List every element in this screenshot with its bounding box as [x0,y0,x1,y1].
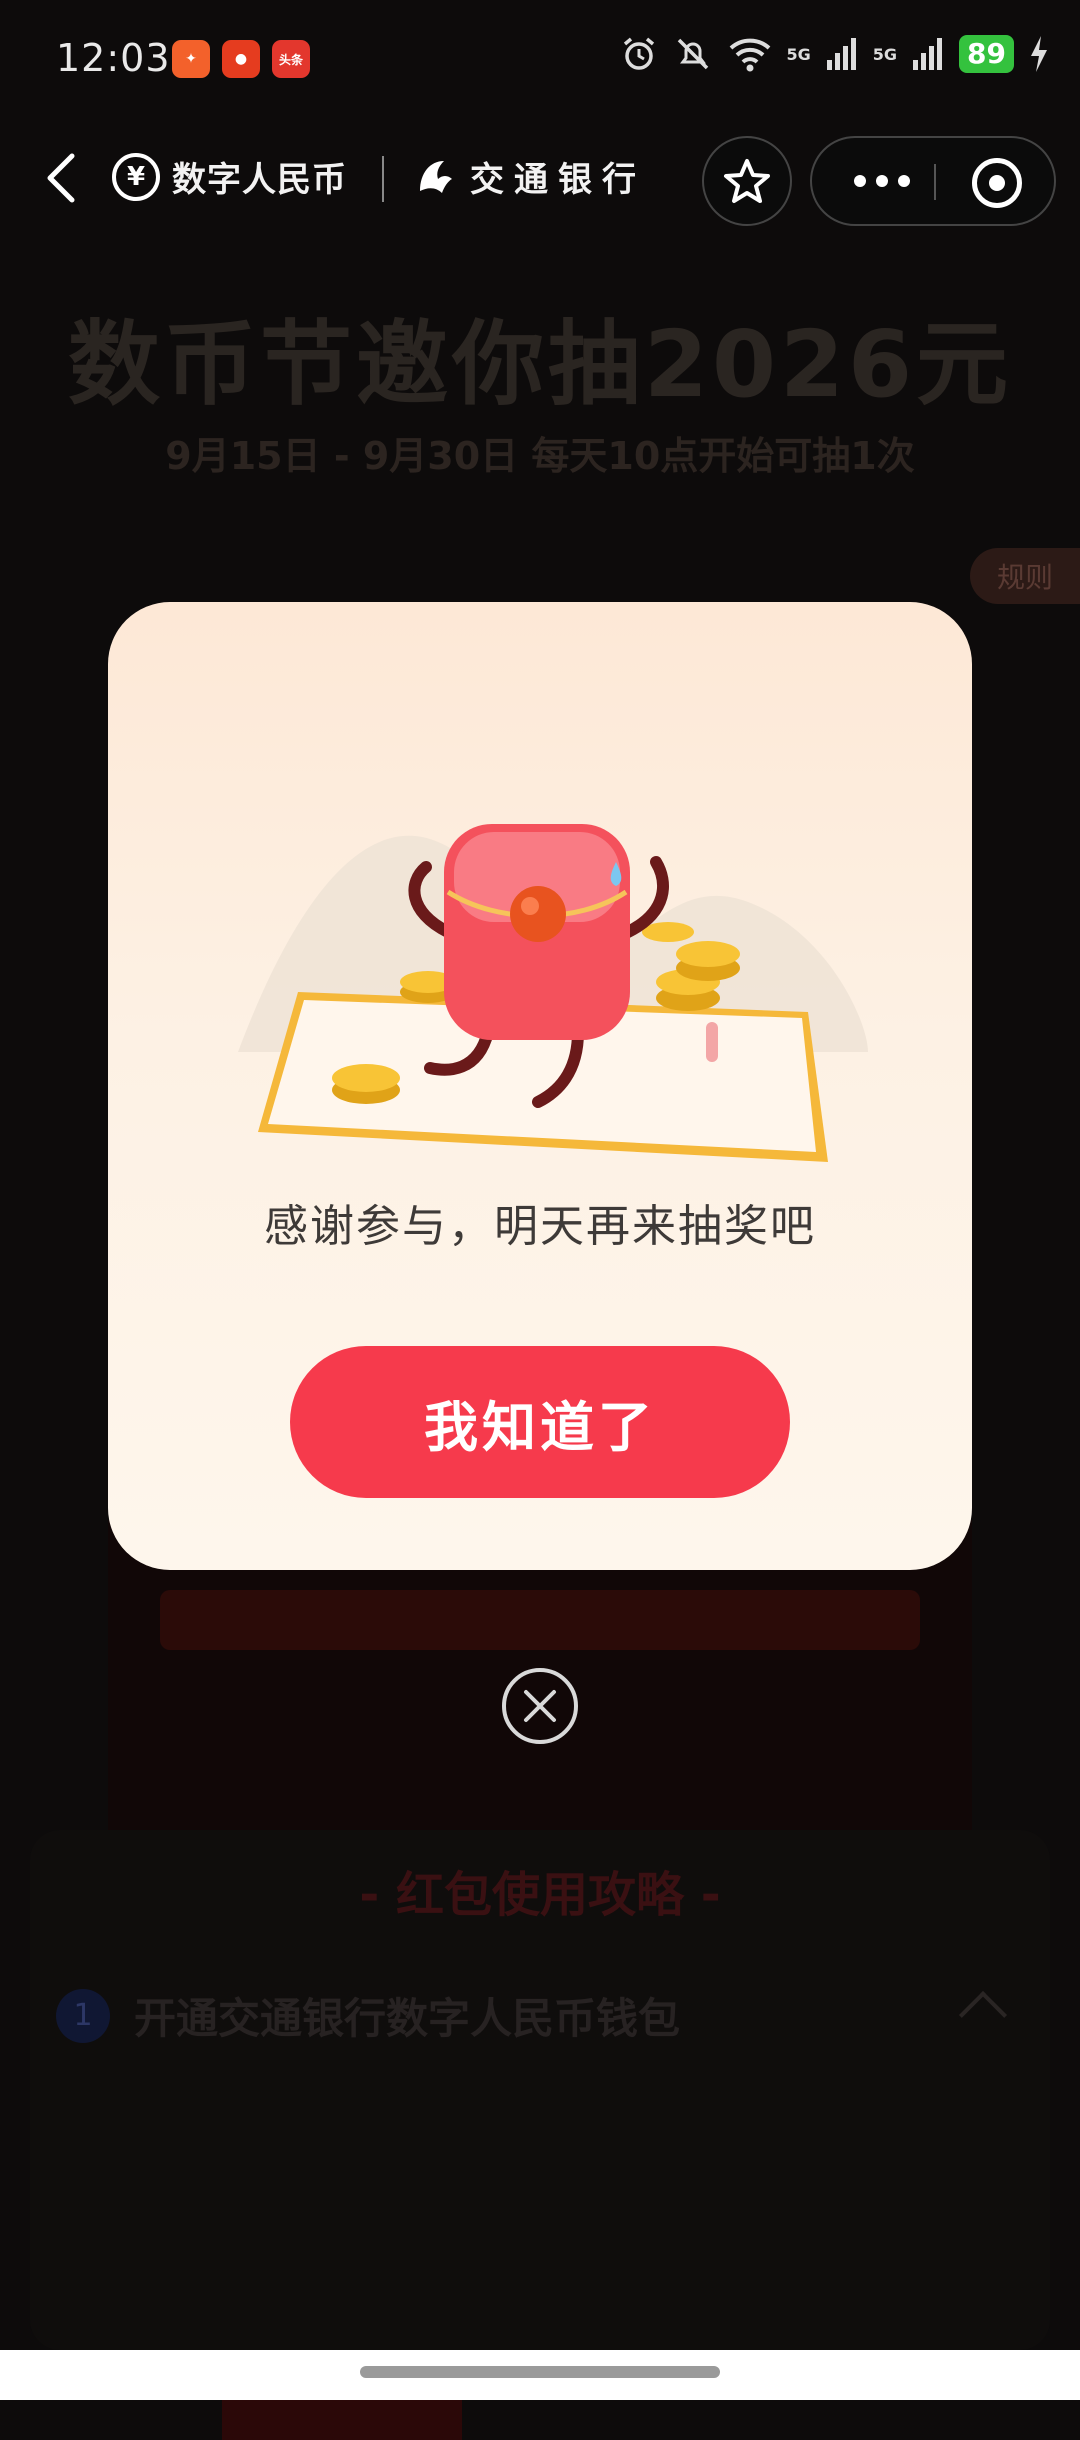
dcep-logo-icon: ¥ [112,152,160,201]
signal-icon [913,38,943,70]
brand-divider [382,156,384,202]
notification-app-icons: ✦ ● 头条 [172,40,310,78]
status-indicators: 5G 5G 89 [619,34,1051,74]
capsule-divider [934,164,936,200]
close-dialog-icon[interactable] [500,1666,580,1746]
battery-level: 89 [959,35,1014,73]
campaign-title: 数币节邀你抽2026元 [67,311,1013,418]
back-arrow-icon[interactable] [34,148,94,208]
dcep-brand: ¥ 数字人民币 [112,152,347,201]
exit-mini-program-button[interactable] [972,158,1022,208]
guide-step: 1 开通交通银行数字人民币钱包 [56,1985,680,2046]
red-envelope-illustration [238,824,868,1162]
mute-bell-icon [677,38,708,70]
network-type-label: 5G [872,44,898,64]
guide-title: - 红包使用攻略 - [359,1867,721,1923]
status-time: 12:03 [56,36,171,80]
bank-brand-text: 交通银行 [470,160,646,200]
bank-brand: 交通银行 [412,152,646,201]
signal-icon [826,38,856,70]
rules-tag: 规则 [970,548,1080,604]
toutiao-app-icon: 头条 [272,40,310,78]
favorite-button[interactable] [702,136,792,226]
alarm-icon [623,37,654,70]
step-text: 开通交通银行数字人民币钱包 [134,1994,681,2043]
dcep-brand-text: 数字人民币 [172,160,347,200]
gesture-bar [0,2350,1080,2400]
lottery-panel-bar [160,1590,920,1650]
home-indicator[interactable] [360,2366,720,2378]
network-type-label: 5G [786,44,811,64]
confirm-button[interactable]: 我知道了 [290,1346,790,1498]
bocom-logo-icon [420,160,452,193]
result-message: 感谢参与，明天再来抽奖吧 [264,1201,816,1252]
status-bar: 12:03 ✦ ● 头条 5G 5G 89 [0,0,1080,120]
star-icon [724,159,770,203]
wifi-icon [729,38,770,72]
app-notification-icon: ● [222,40,260,78]
more-options-button[interactable] [832,138,932,224]
step-number: 1 [56,1988,110,2043]
app-notification-icon: ✦ [172,40,210,78]
mini-program-capsule [810,136,1056,226]
mini-program-nav-bar: ¥ 数字人民币 交通银行 [0,130,1080,230]
campaign-subtitle: 9月15日 - 9月30日 每天10点开始可抽1次 [165,434,915,478]
result-dialog: 感谢参与，明天再来抽奖吧 我知道了 [108,602,972,1570]
charging-icon [1031,36,1047,72]
